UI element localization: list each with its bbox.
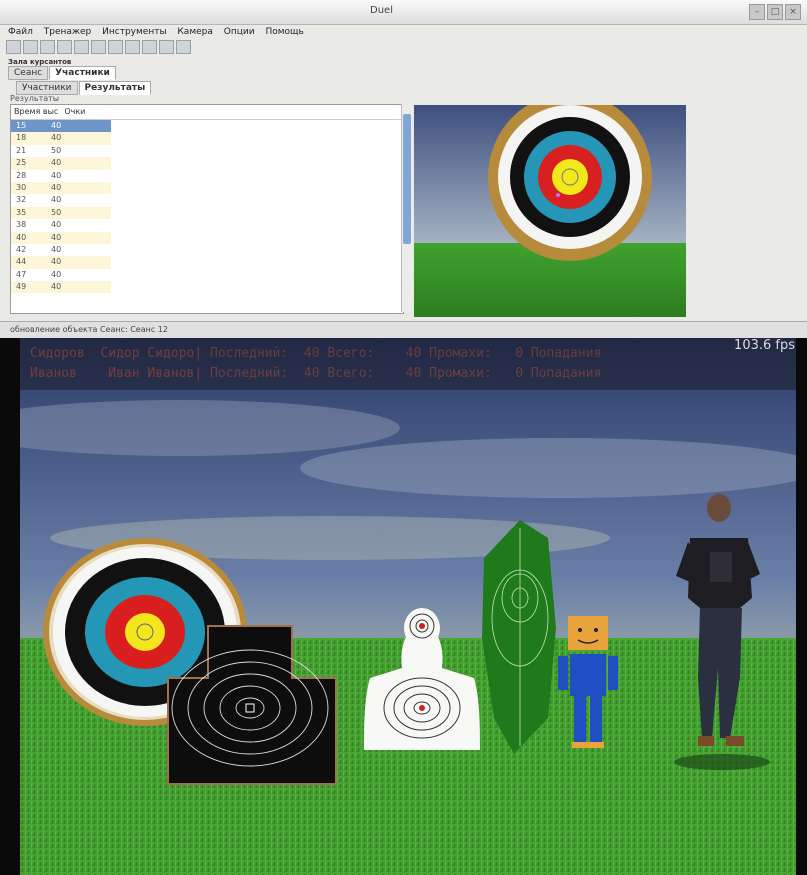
copy-icon[interactable]	[74, 40, 89, 54]
cell-points: 40	[51, 257, 62, 267]
cell-time: 28	[16, 170, 27, 180]
status-text: обновление объекта Сеанс: Сеанс 12	[10, 325, 168, 334]
cell-time: 49	[16, 282, 27, 292]
settings-icon[interactable]	[159, 40, 174, 54]
menu-options[interactable]: Опции	[224, 27, 255, 37]
table-row[interactable]: 32 40	[11, 194, 111, 207]
menu-camera[interactable]: Камера	[177, 27, 212, 37]
new-icon[interactable]	[6, 40, 21, 54]
main-tabs: Сеанс Участники	[8, 66, 117, 80]
subtab-participants[interactable]: Участники	[16, 81, 78, 95]
maximize-button[interactable]: □	[767, 4, 783, 20]
app-window: Duel – □ × Файл Тренажер Инструменты Кам…	[0, 0, 807, 338]
cell-points: 40	[51, 269, 62, 279]
header-points[interactable]: Очки	[61, 105, 88, 119]
table-header: Время выс Очки	[11, 105, 403, 120]
table-scrollbar[interactable]	[401, 104, 412, 312]
shooting-range-scene	[0, 338, 807, 875]
cell-points: 40	[51, 244, 62, 254]
cell-time: 30	[16, 182, 27, 192]
panel-title: Зала курсантов	[8, 58, 72, 66]
menu-trainer[interactable]: Тренажер	[44, 27, 92, 37]
cell-time: 32	[16, 195, 27, 205]
cell-points: 50	[51, 207, 62, 217]
minimize-button[interactable]: –	[749, 4, 765, 20]
table-row[interactable]: 35 50	[11, 206, 111, 220]
table-body: 15 40 18 40 21 50 25 40 28 40 30 40 32 40 35 50 38 40 40 40…	[11, 120, 403, 294]
results-table: Время выс Очки 15 40 18 40 21 50 25 40 28 40 30 40 3…	[10, 104, 404, 314]
menu-tools[interactable]: Инструменты	[102, 27, 166, 37]
table-row[interactable]: 49 40	[11, 281, 111, 294]
table-row[interactable]: 21 50	[11, 144, 111, 158]
hud-shooter-name-1: Сидоров Сидор Сидоро|	[30, 346, 203, 361]
table-row[interactable]: 18 40	[11, 132, 111, 145]
cell-time: 15	[16, 121, 27, 130]
table-row[interactable]: 30 40	[11, 181, 111, 195]
cell-time: 38	[16, 220, 27, 230]
open-icon[interactable]	[23, 40, 38, 54]
export-icon[interactable]	[176, 40, 191, 54]
target-preview	[414, 105, 686, 317]
cell-points: 40	[51, 220, 62, 230]
cell-time: 42	[16, 244, 27, 254]
3d-viewport[interactable]: 103.6 fps Сидоров Сидор Сидоро| Последни…	[0, 338, 807, 875]
menu-help[interactable]: Помощь	[265, 27, 303, 37]
hud-row-1: Сидоров Сидор Сидоро| Последний: 40 Всег…	[30, 346, 601, 361]
table-row[interactable]: 25 40	[11, 157, 111, 170]
cut-icon[interactable]	[57, 40, 72, 54]
window-controls: – □ ×	[749, 4, 801, 20]
table-row[interactable]: 42 40	[11, 243, 111, 257]
hud-row-2: Иванов Иван Иванов| Последний: 40 Всего:…	[30, 366, 601, 381]
cell-time: 40	[16, 232, 27, 242]
close-button[interactable]: ×	[785, 4, 801, 20]
hud-shooter-stats-1: Последний: 40 Всего: 40 Промахи: 0 Попад…	[202, 346, 602, 361]
cell-points: 40	[51, 158, 62, 168]
table-row[interactable]: 15 40	[11, 120, 111, 133]
fps-counter: 103.6 fps	[734, 338, 795, 353]
status-bar: обновление объекта Сеанс: Сеанс 12	[0, 321, 807, 338]
tab-session[interactable]: Сеанс	[8, 66, 49, 80]
cell-points: 40	[51, 121, 62, 130]
cell-points: 40	[51, 133, 62, 143]
window-title: Duel	[370, 5, 393, 16]
monitor-icon[interactable]	[125, 40, 140, 54]
hud-shooter-stats-2: Последний: 40 Всего: 40 Промахи: 0 Попад…	[202, 366, 602, 381]
cell-time: 35	[16, 207, 27, 217]
cell-points: 40	[51, 170, 62, 180]
cell-points: 50	[51, 145, 62, 155]
paste-icon[interactable]	[91, 40, 106, 54]
table-row[interactable]: 47 40	[11, 268, 111, 282]
table-row[interactable]: 28 40	[11, 169, 111, 182]
results-group-label: Результаты	[10, 94, 60, 103]
table-row[interactable]: 40 40	[11, 231, 111, 244]
menu-bar: Файл Тренажер Инструменты Камера Опции П…	[0, 24, 807, 40]
toolbar	[6, 40, 191, 56]
scrollbar-thumb[interactable]	[403, 114, 411, 244]
title-bar: Duel – □ ×	[0, 0, 807, 25]
cell-time: 21	[16, 145, 27, 155]
cell-time: 18	[16, 133, 27, 143]
cell-time: 44	[16, 257, 27, 267]
tab-participants[interactable]: Участники	[49, 66, 116, 80]
menu-file[interactable]: Файл	[8, 27, 33, 37]
cell-time: 47	[16, 269, 27, 279]
subtab-results[interactable]: Результаты	[78, 81, 152, 95]
sub-tabs: Участники Результаты	[16, 81, 152, 95]
cell-points: 40	[51, 282, 62, 292]
camera-icon[interactable]	[142, 40, 157, 54]
print-icon[interactable]	[108, 40, 123, 54]
cell-points: 40	[51, 182, 62, 192]
table-row[interactable]: 44 40	[11, 256, 111, 269]
hud-shooter-name-2: Иванов Иван Иванов|	[30, 366, 203, 381]
cell-points: 40	[51, 195, 62, 205]
cell-points: 40	[51, 232, 62, 242]
save-icon[interactable]	[40, 40, 55, 54]
cell-time: 25	[16, 158, 27, 168]
table-row[interactable]: 38 40	[11, 219, 111, 232]
header-time[interactable]: Время выс	[11, 105, 61, 119]
